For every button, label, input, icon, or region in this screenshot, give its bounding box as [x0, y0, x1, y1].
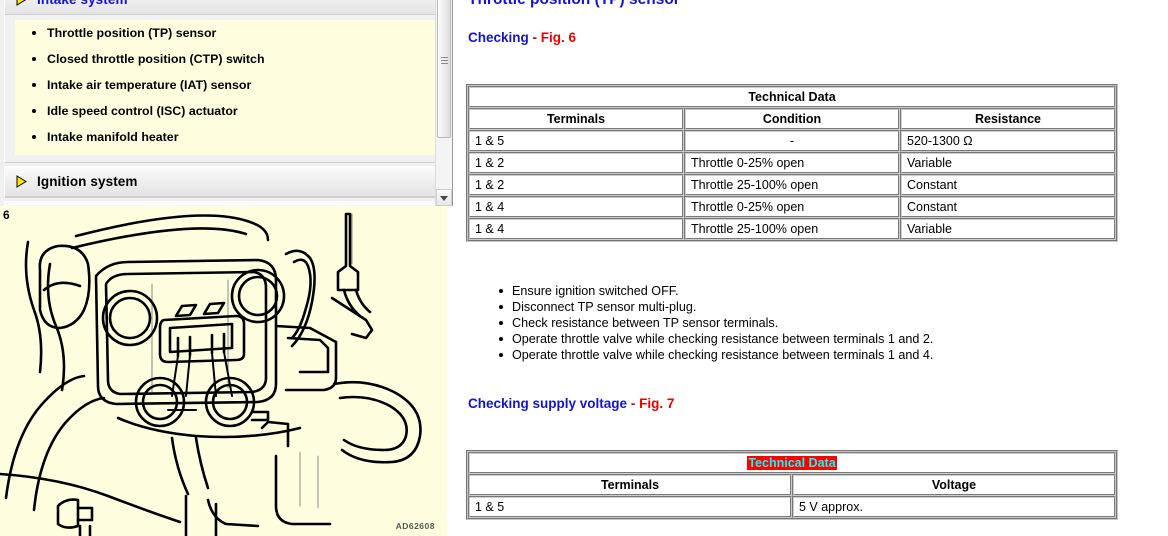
accordion-title: Intake system	[37, 0, 128, 7]
scrollbar-thumb[interactable]	[437, 0, 451, 138]
table-technical-data-resistance: Technical Data Terminals Condition Resis…	[466, 84, 1118, 242]
table-row: 1 & 2 Throttle 0-25% open Variable	[468, 152, 1116, 174]
cell-terminals: 1 & 5	[468, 496, 792, 518]
table-title: Technical Data	[468, 86, 1116, 108]
list-item[interactable]: Closed throttle position (CTP) switch	[32, 52, 442, 67]
table-title-container: Technical Data	[468, 452, 1116, 474]
accordion-header-ignition-system[interactable]: Ignition system	[5, 167, 448, 197]
list-item: Check resistance between TP sensor termi…	[498, 315, 933, 331]
accordion-body-intake-system: Throttle position (TP) sensor Closed thr…	[15, 20, 442, 155]
accordion-header-intake-system[interactable]: Intake system	[5, 0, 448, 15]
table-header-row: Terminals Condition Resistance	[468, 108, 1116, 130]
table-title-row: Technical Data	[468, 452, 1116, 474]
table-title-row: Technical Data	[468, 86, 1116, 108]
accordion-navigation: Intake system Throttle position (TP) sen…	[0, 0, 453, 206]
cell-voltage: 5 V approx.	[792, 496, 1116, 518]
section-heading-label: Checking supply voltage	[468, 396, 628, 411]
list-item: Operate throttle valve while checking re…	[498, 348, 934, 362]
section-heading-label: Checking	[468, 30, 529, 45]
list-item[interactable]: Idle speed control (ISC) actuator	[32, 104, 442, 119]
table-row: 1 & 2 Throttle 25-100% open Constant	[468, 174, 1116, 196]
list-item[interactable]: Intake air temperature (IAT) sensor	[32, 78, 442, 93]
table-technical-data-voltage: Technical Data Terminals Voltage 1 & 5 5…	[466, 450, 1118, 520]
section-heading-separator: -	[630, 396, 636, 411]
column-header-voltage: Voltage	[792, 474, 1116, 496]
expander-arrow-icon	[15, 175, 28, 188]
cell-terminals: 1 & 4	[468, 218, 684, 240]
accordion-scrollbar[interactable]	[435, 0, 452, 206]
cell-terminals: 1 & 2	[468, 152, 684, 174]
column-header-condition: Condition	[684, 108, 900, 130]
cell-terminals: 1 & 2	[468, 174, 684, 196]
table-row: 1 & 5 - 520-1300 Ω	[468, 130, 1116, 152]
figure-number-label: 6	[3, 208, 10, 222]
document-content-panel: Throttle position (TP) sensor Checking -…	[460, 0, 1168, 536]
table-row: 1 & 4 Throttle 25-100% open Variable	[468, 218, 1116, 240]
throttle-body-line-drawing	[0, 212, 422, 536]
figure-watermark-code: AD62608	[395, 521, 435, 531]
cell-resistance: Constant	[900, 174, 1116, 196]
cell-resistance: Variable	[900, 218, 1116, 240]
scrollbar-grip-icon	[441, 57, 448, 66]
cell-condition: Throttle 25-100% open	[684, 174, 900, 196]
section-heading-figure-ref[interactable]: Fig. 6	[541, 30, 576, 45]
left-panel: Intake system Throttle position (TP) sen…	[0, 0, 460, 536]
cell-resistance: Constant	[900, 196, 1116, 218]
cell-condition: -	[684, 130, 900, 152]
table-row: 1 & 5 5 V approx.	[468, 496, 1116, 518]
scrollbar-down-arrow-icon[interactable]	[436, 189, 452, 206]
section-heading-checking: Checking - Fig. 6	[468, 30, 576, 45]
table-header-row: Terminals Voltage	[468, 474, 1116, 496]
list-item[interactable]: Throttle position (TP) sensor	[32, 26, 442, 41]
cell-condition: Throttle 0-25% open	[684, 196, 900, 218]
page-title: Throttle position (TP) sensor	[468, 0, 680, 9]
list-item: Operate throttle valve while checking re…	[498, 332, 934, 346]
cell-terminals: 1 & 4	[468, 196, 684, 218]
table-row: 1 & 4 Throttle 0-25% open Constant	[468, 196, 1116, 218]
cell-resistance: 520-1300 Ω	[900, 130, 1116, 152]
cell-condition: Throttle 25-100% open	[684, 218, 900, 240]
list-item[interactable]: Intake manifold heater	[32, 130, 442, 145]
list-item: Disconnect TP sensor multi-plug.	[498, 299, 933, 315]
accordion-section-intake-system: Intake system Throttle position (TP) sen…	[4, 0, 449, 163]
cell-condition: Throttle 0-25% open	[684, 152, 900, 174]
scrollbar-track[interactable]	[436, 0, 452, 189]
expander-arrow-icon	[15, 0, 28, 6]
app-window: Intake system Throttle position (TP) sen…	[0, 0, 1168, 536]
cell-terminals: 1 & 5	[468, 130, 684, 152]
column-header-terminals: Terminals	[468, 474, 792, 496]
figure-throttle-body-illustration: 6 AD62608	[0, 206, 447, 536]
table-title-selected[interactable]: Technical Data	[747, 456, 837, 470]
column-header-terminals: Terminals	[468, 108, 684, 130]
section-heading-figure-ref[interactable]: Fig. 7	[639, 396, 674, 411]
section-heading-separator: -	[532, 30, 538, 45]
intake-system-item-list: Throttle position (TP) sensor Closed thr…	[15, 26, 442, 145]
section-heading-checking-supply-voltage: Checking supply voltage - Fig. 7	[468, 396, 674, 411]
list-item: Ensure ignition switched OFF.	[498, 283, 933, 299]
accordion-section-ignition-system: Ignition system	[4, 166, 449, 198]
checking-steps-list: Ensure ignition switched OFF. Disconnect…	[490, 283, 933, 363]
column-header-resistance: Resistance	[900, 108, 1116, 130]
accordion-title: Ignition system	[37, 174, 138, 189]
cell-resistance: Variable	[900, 152, 1116, 174]
